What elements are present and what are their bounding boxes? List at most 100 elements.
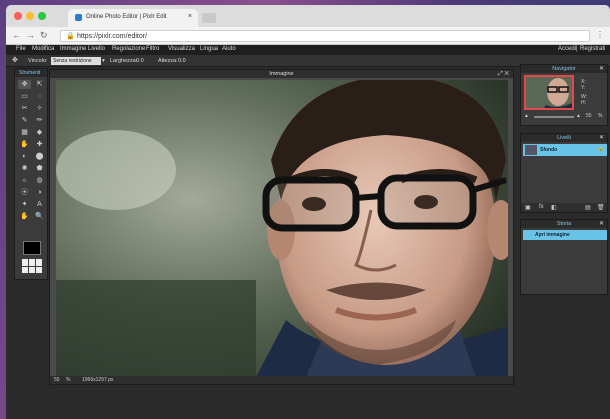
crop-tool-icon[interactable]: ⇱ — [33, 80, 46, 89]
tab-bar: Online Photo Editor | Pixlr Edit × — [6, 5, 610, 27]
navigator-zoom-value[interactable]: 55 — [586, 113, 592, 119]
layers-panel: Livelli ✕ Sfondo 🔒 ▣ fx ◧ ▤ 🗑 — [520, 133, 608, 213]
zoom-out-icon[interactable]: ▲ — [524, 113, 529, 119]
browser-tab[interactable]: Online Photo Editor | Pixlr Edit × — [68, 9, 198, 27]
menu-file[interactable]: File — [16, 46, 26, 52]
pixlr-favicon — [75, 14, 82, 21]
tools-panel: Strumenti ✥ ⇱ ▭ ◌ ✂ ✧ ✎ ✏ ▦ ◆ ✋ ✚ ◐ ⬤ ✺ … — [14, 68, 48, 280]
pan-tool-icon[interactable]: ✋ — [18, 212, 31, 221]
height-label: Altezza: — [158, 58, 178, 64]
zoom-tool-icon[interactable]: 🔍 — [33, 212, 46, 221]
lock-icon: 🔒 — [66, 33, 75, 40]
width-field[interactable]: 0.0 — [136, 58, 144, 64]
layer-fx-icon[interactable]: fx — [539, 204, 544, 210]
menu-modifica[interactable]: Modifica — [32, 46, 54, 52]
new-layer-icon[interactable]: ▤ — [585, 204, 591, 211]
lasso-tool-icon[interactable]: ◌ — [33, 92, 46, 101]
h-label: H: — [581, 100, 586, 106]
browser-menu-icon[interactable]: ⋮ — [596, 30, 604, 39]
dodge-tool-icon[interactable]: ☼ — [18, 176, 31, 185]
url-input[interactable]: 🔒 https://pixlr.com/editor/ — [60, 30, 590, 42]
redeye-tool-icon[interactable]: ⦿ — [18, 188, 31, 197]
wand-tool-icon[interactable]: ✂ — [18, 104, 31, 113]
text-tool-icon[interactable]: A — [33, 200, 46, 209]
menu-filtro[interactable]: Filtro — [146, 46, 159, 52]
clone-tool-icon[interactable]: ✚ — [33, 140, 46, 149]
height-field[interactable]: 0.0 — [178, 58, 186, 64]
history-entry[interactable]: Apri immagine — [523, 230, 607, 240]
maximize-window-button[interactable] — [38, 12, 46, 20]
constraint-label: Vincolo: — [28, 58, 48, 64]
layer-thumbnail — [525, 145, 537, 155]
marquee-tool-icon[interactable]: ▭ — [18, 92, 31, 101]
menu-visualizza[interactable]: Visualizza — [168, 46, 195, 52]
image-window-header: Immagine ⤢ ✕ — [50, 70, 513, 78]
brush-tool-icon[interactable]: ✏ — [33, 116, 46, 125]
constraint-select[interactable]: Senza restrizione — [51, 57, 101, 65]
close-icon[interactable]: ✕ — [599, 65, 604, 73]
back-icon[interactable]: ← — [12, 30, 21, 40]
layer-name: Sfondo — [540, 147, 558, 153]
sponge-tool-icon[interactable]: ✺ — [18, 164, 31, 173]
close-icon[interactable]: ✕ — [599, 220, 604, 228]
grid-view-icon[interactable] — [22, 259, 42, 273]
spot-heal-tool-icon[interactable]: ◑ — [33, 188, 46, 197]
history-header: Storia ✕ — [521, 220, 607, 228]
lock-icon: 🔒 — [597, 146, 604, 152]
forward-icon[interactable]: → — [26, 30, 35, 40]
layer-mask-icon[interactable]: ▣ — [525, 204, 531, 211]
menu-separator: | — [576, 46, 578, 52]
trash-icon[interactable]: 🗑 — [597, 204, 605, 211]
app-menu-bar: File Modifica Immagine Livello Regolazio… — [6, 45, 610, 55]
layer-row[interactable]: Sfondo 🔒 — [523, 144, 607, 156]
zoom-in-icon[interactable]: ▲ — [576, 113, 581, 119]
minimize-window-button[interactable] — [26, 12, 34, 20]
close-window-button[interactable] — [14, 12, 22, 20]
hand-tool-icon[interactable]: ✋ — [18, 140, 31, 149]
shape-tool-icon[interactable]: ⬟ — [33, 164, 46, 173]
eraser-tool-icon[interactable]: ▦ — [18, 128, 31, 137]
burn-tool-icon[interactable]: ◍ — [33, 176, 46, 185]
fill-tool-icon[interactable]: ◆ — [33, 128, 46, 137]
history-title: Storia — [556, 221, 572, 227]
window-controls-icon[interactable]: ⤢ ✕ — [498, 70, 509, 78]
color-swatch[interactable] — [23, 241, 41, 255]
navigator-panel: Navigator ✕ X: Y: W: H: ▲ ▲ 55 % — [520, 64, 608, 126]
image-size: 1966x1297 px — [82, 377, 114, 383]
navigator-thumbnail-image — [526, 77, 572, 108]
login-link[interactable]: Accedi — [558, 46, 576, 52]
layer-style-icon[interactable]: ◧ — [551, 204, 557, 211]
reload-icon[interactable]: ↻ — [40, 30, 48, 41]
navigator-header: Navigator ✕ — [521, 65, 607, 73]
history-entry-label: Apri immagine — [535, 232, 570, 238]
image-window: Immagine ⤢ ✕ 55 % 1966x1297 px — [49, 69, 514, 385]
drop-tool-icon[interactable]: ⬤ — [33, 152, 46, 161]
menu-immagine[interactable]: Immagine — [60, 46, 86, 52]
navigator-thumbnail[interactable] — [524, 75, 574, 110]
chevron-down-icon[interactable]: ▾ — [102, 58, 105, 64]
register-link[interactable]: Registrati — [580, 46, 605, 52]
menu-regolazione[interactable]: Regolazione — [112, 46, 145, 52]
pencil-tool-icon[interactable]: ✎ — [18, 116, 31, 125]
sparkle-tool-icon[interactable]: ✧ — [33, 104, 46, 113]
blur-tool-icon[interactable]: ◐ — [18, 152, 31, 161]
image-status-bar: 55 % 1966x1297 px — [50, 376, 513, 384]
move-tool-icon[interactable]: ✥ — [18, 80, 31, 89]
image-canvas[interactable] — [56, 80, 508, 377]
menu-lingua[interactable]: Lingua — [200, 46, 218, 52]
new-tab-button[interactable] — [202, 13, 216, 23]
tab-close-icon[interactable]: × — [188, 13, 192, 20]
history-panel: Storia ✕ Apri immagine — [520, 219, 608, 295]
constraint-value: Senza restrizione — [53, 58, 92, 64]
close-icon[interactable]: ✕ — [599, 134, 604, 142]
tools-grid: ✥ ⇱ ▭ ◌ ✂ ✧ ✎ ✏ ▦ ◆ ✋ ✚ ◐ ⬤ ✺ ⬟ ☼ ◍ ⦿ ◑ … — [18, 80, 46, 221]
browser-window: Online Photo Editor | Pixlr Edit × ← → ↻… — [6, 5, 610, 419]
zoom-field[interactable]: 55 — [54, 377, 60, 383]
zoom-unit: % — [66, 377, 71, 383]
menu-livello[interactable]: Livello — [88, 46, 105, 52]
colorpicker-tool-icon[interactable]: ✦ — [18, 200, 31, 209]
tools-title: Strumenti — [15, 69, 47, 77]
layers-header: Livelli ✕ — [521, 134, 607, 142]
menu-aiuto[interactable]: Aiuto — [222, 46, 236, 52]
zoom-slider[interactable] — [534, 116, 574, 118]
